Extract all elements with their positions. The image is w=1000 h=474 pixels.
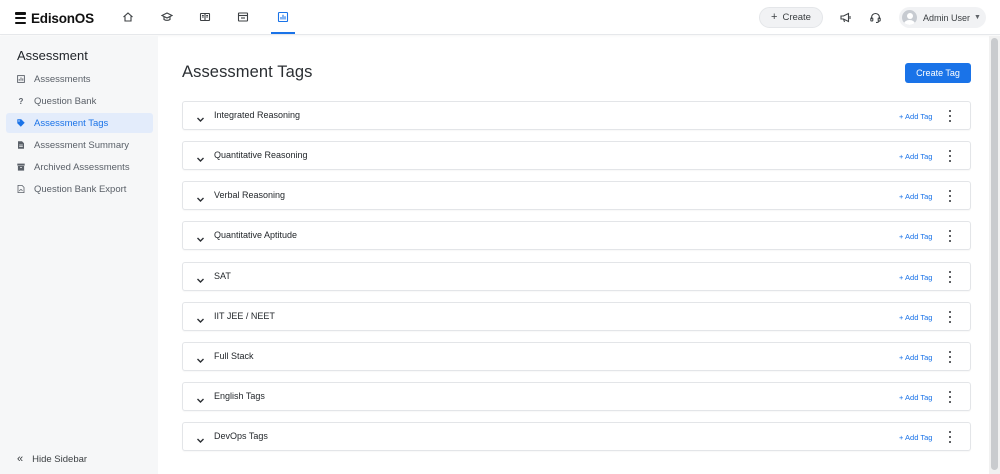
chevron-down-icon[interactable] [196, 392, 205, 403]
hide-sidebar-button[interactable]: « Hide Sidebar [17, 453, 87, 465]
page-title: Assessment Tags [182, 63, 313, 81]
archive-box-icon [17, 163, 25, 171]
sidebar-item-label: Question Bank [34, 95, 97, 107]
book-icon[interactable] [198, 10, 212, 24]
sidebar-item-assessment-summary[interactable]: Assessment Summary [6, 135, 153, 155]
chevron-down-icon[interactable] [196, 151, 205, 162]
pdf-file-icon [17, 185, 25, 193]
tag-name: IIT JEE / NEET [214, 311, 275, 321]
more-options-icon[interactable] [947, 311, 953, 323]
megaphone-icon[interactable] [839, 11, 852, 24]
scrollbar-thumb[interactable] [991, 38, 998, 470]
sidebar-title: Assessment [17, 48, 88, 63]
sidebar-item-assessments[interactable]: Assessments [6, 69, 153, 89]
tag-row[interactable]: Quantitative Reasoning + Add Tag [182, 141, 971, 170]
user-name: Admin User [923, 12, 971, 23]
question-mark-icon: ? [18, 96, 24, 106]
more-options-icon[interactable] [947, 431, 953, 443]
top-bar: EdisonOS + Create Admin User ▼ [0, 0, 1000, 35]
tag-name: Quantitative Aptitude [214, 230, 298, 240]
hide-sidebar-label: Hide Sidebar [32, 453, 88, 465]
tag-row[interactable]: Integrated Reasoning + Add Tag [182, 101, 971, 130]
tag-name: English Tags [214, 391, 265, 401]
logo-icon [15, 12, 26, 24]
more-options-icon[interactable] [947, 190, 953, 202]
create-label: Create [782, 12, 811, 23]
store-icon[interactable] [236, 10, 250, 24]
sidebar-item-label: Archived Assessments [34, 161, 130, 173]
sidebar-item-label: Assessment Summary [34, 139, 130, 151]
active-nav-indicator [271, 32, 295, 34]
tag-row[interactable]: Verbal Reasoning + Add Tag [182, 181, 971, 210]
logo[interactable]: EdisonOS [15, 9, 94, 27]
headset-icon[interactable] [869, 11, 882, 24]
sidebar-item-label: Assessments [34, 73, 91, 85]
add-tag-link[interactable]: + Add Tag [899, 353, 932, 362]
graduation-cap-icon[interactable] [160, 10, 174, 24]
more-options-icon[interactable] [947, 391, 953, 403]
tag-row[interactable]: IIT JEE / NEET + Add Tag [182, 302, 971, 331]
chevron-down-icon[interactable] [196, 191, 205, 202]
document-icon [17, 141, 25, 149]
add-tag-link[interactable]: + Add Tag [899, 232, 932, 241]
tag-row[interactable]: DevOps Tags + Add Tag [182, 422, 971, 451]
analytics-icon[interactable] [276, 10, 290, 24]
sidebar-item-label: Assessment Tags [34, 117, 109, 129]
add-tag-link[interactable]: + Add Tag [899, 273, 932, 282]
chevron-down-icon: ▼ [974, 14, 981, 21]
double-chevron-left-icon: « [17, 453, 24, 465]
tag-row[interactable]: Quantitative Aptitude + Add Tag [182, 221, 971, 250]
chevron-down-icon[interactable] [196, 312, 205, 323]
logo-text: EdisonOS [31, 10, 94, 26]
chevron-down-icon[interactable] [196, 272, 205, 283]
add-tag-link[interactable]: + Add Tag [899, 112, 932, 121]
sidebar-item-assessment-tags[interactable]: Assessment Tags [6, 113, 153, 133]
chevron-down-icon[interactable] [196, 352, 205, 363]
add-tag-link[interactable]: + Add Tag [899, 152, 932, 161]
home-icon[interactable] [121, 10, 135, 24]
chart-box-icon [17, 75, 25, 83]
more-options-icon[interactable] [947, 150, 953, 162]
add-tag-link[interactable]: + Add Tag [899, 393, 932, 402]
tag-row[interactable]: English Tags + Add Tag [182, 382, 971, 411]
tag-row[interactable]: Full Stack + Add Tag [182, 342, 971, 371]
tag-name: Verbal Reasoning [214, 190, 286, 200]
tag-name: Quantitative Reasoning [214, 150, 308, 160]
sidebar: Assessment Assessments ? Question Bank A… [0, 36, 158, 474]
more-options-icon[interactable] [947, 230, 953, 242]
more-options-icon[interactable] [947, 110, 953, 122]
tag-name: Integrated Reasoning [214, 110, 301, 120]
add-tag-link[interactable]: + Add Tag [899, 192, 932, 201]
tag-name: SAT [214, 271, 231, 281]
tag-icon [17, 119, 25, 127]
more-options-icon[interactable] [947, 271, 953, 283]
tag-name: Full Stack [214, 351, 254, 361]
sidebar-item-question-bank[interactable]: ? Question Bank [6, 91, 153, 111]
tag-name: DevOps Tags [214, 431, 268, 441]
chevron-down-icon[interactable] [196, 432, 205, 443]
create-button[interactable]: + Create [759, 7, 823, 28]
user-menu[interactable]: Admin User ▼ [899, 7, 986, 28]
scrollbar[interactable] [989, 36, 1000, 474]
add-tag-link[interactable]: + Add Tag [899, 433, 932, 442]
chevron-down-icon[interactable] [196, 231, 205, 242]
plus-icon: + [771, 11, 778, 23]
sidebar-item-archived-assessments[interactable]: Archived Assessments [6, 157, 153, 177]
chevron-down-icon[interactable] [196, 111, 205, 122]
more-options-icon[interactable] [947, 351, 953, 363]
sidebar-item-label: Question Bank Export [34, 183, 127, 195]
user-avatar-icon [902, 10, 917, 25]
sidebar-item-question-bank-export[interactable]: Question Bank Export [6, 179, 153, 199]
create-tag-button[interactable]: Create Tag [905, 63, 971, 83]
tag-row[interactable]: SAT + Add Tag [182, 262, 971, 291]
add-tag-link[interactable]: + Add Tag [899, 313, 932, 322]
